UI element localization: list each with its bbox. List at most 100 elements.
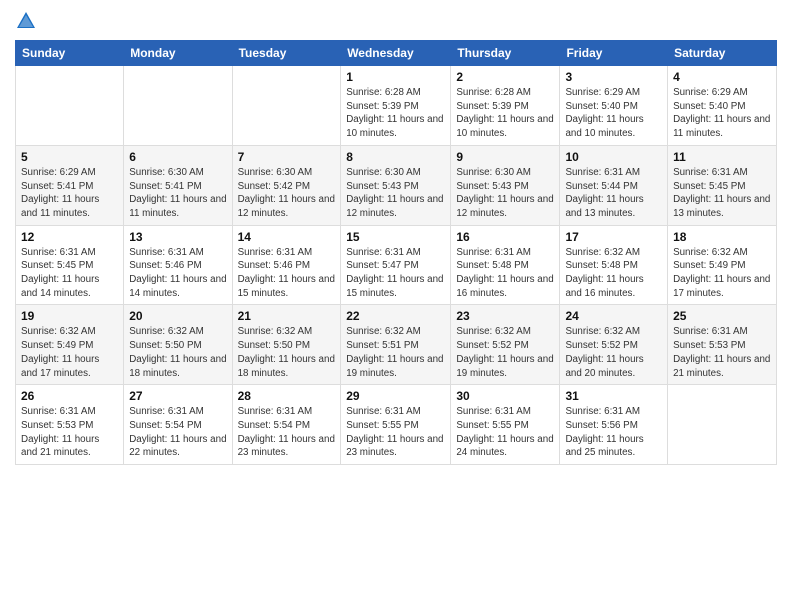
calendar-cell: 9 Sunrise: 6:30 AM Sunset: 5:43 PM Daylig…	[451, 145, 560, 225]
calendar-cell: 8 Sunrise: 6:30 AM Sunset: 5:43 PM Daylig…	[341, 145, 451, 225]
day-info: Sunrise: 6:31 AM Sunset: 5:46 PM Dayligh…	[238, 246, 336, 301]
day-number: 9	[456, 150, 554, 164]
calendar-cell: 24 Sunrise: 6:32 AM Sunset: 5:52 PM Dayli…	[560, 305, 668, 385]
day-number: 6	[129, 150, 226, 164]
day-number: 24	[565, 309, 662, 323]
day-number: 29	[346, 389, 445, 403]
day-number: 17	[565, 230, 662, 244]
day-number: 22	[346, 309, 445, 323]
day-info: Sunrise: 6:29 AM Sunset: 5:41 PM Dayligh…	[21, 166, 118, 221]
day-info: Sunrise: 6:31 AM Sunset: 5:54 PM Dayligh…	[238, 405, 336, 460]
weekday-header-tuesday: Tuesday	[232, 41, 341, 66]
day-info: Sunrise: 6:32 AM Sunset: 5:48 PM Dayligh…	[565, 246, 662, 301]
calendar-cell: 10Sunrise: 6:31 AM Sunset: 5:44 PM Dayli…	[560, 145, 668, 225]
day-info: Sunrise: 6:32 AM Sunset: 5:49 PM Dayligh…	[673, 246, 771, 301]
day-number: 2	[456, 70, 554, 84]
day-number: 31	[565, 389, 662, 403]
calendar-cell: 30 Sunrise: 6:31 AM Sunset: 5:55 PM Dayli…	[451, 385, 560, 465]
day-number: 23	[456, 309, 554, 323]
calendar-cell: 27 Sunrise: 6:31 AM Sunset: 5:54 PM Dayli…	[124, 385, 232, 465]
day-info: Sunrise: 6:31 AM Sunset: 5:48 PM Dayligh…	[456, 246, 554, 301]
calendar-cell	[124, 66, 232, 146]
day-number: 1	[346, 70, 445, 84]
calendar-cell: 17 Sunrise: 6:32 AM Sunset: 5:48 PM Dayli…	[560, 225, 668, 305]
day-info: Sunrise: 6:32 AM Sunset: 5:51 PM Dayligh…	[346, 325, 445, 380]
day-info: Sunrise: 6:32 AM Sunset: 5:52 PM Dayligh…	[565, 325, 662, 380]
day-info: Sunrise: 6:31 AM Sunset: 5:54 PM Dayligh…	[129, 405, 226, 460]
day-number: 4	[673, 70, 771, 84]
calendar-cell	[16, 66, 124, 146]
day-number: 30	[456, 389, 554, 403]
calendar-cell: 23 Sunrise: 6:32 AM Sunset: 5:52 PM Dayli…	[451, 305, 560, 385]
calendar-cell: 3 Sunrise: 6:29 AM Sunset: 5:40 PM Daylig…	[560, 66, 668, 146]
day-number: 25	[673, 309, 771, 323]
calendar-cell: 31 Sunrise: 6:31 AM Sunset: 5:56 PM Dayli…	[560, 385, 668, 465]
day-number: 27	[129, 389, 226, 403]
day-number: 12	[21, 230, 118, 244]
day-number: 8	[346, 150, 445, 164]
day-number: 3	[565, 70, 662, 84]
calendar-cell: 29 Sunrise: 6:31 AM Sunset: 5:55 PM Dayli…	[341, 385, 451, 465]
day-number: 18	[673, 230, 771, 244]
day-number: 15	[346, 230, 445, 244]
calendar-cell: 5 Sunrise: 6:29 AM Sunset: 5:41 PM Daylig…	[16, 145, 124, 225]
calendar-cell	[232, 66, 341, 146]
day-number: 13	[129, 230, 226, 244]
day-number: 14	[238, 230, 336, 244]
calendar-cell: 1 Sunrise: 6:28 AM Sunset: 5:39 PM Daylig…	[341, 66, 451, 146]
calendar-cell: 15 Sunrise: 6:31 AM Sunset: 5:47 PM Dayli…	[341, 225, 451, 305]
calendar-cell: 22 Sunrise: 6:32 AM Sunset: 5:51 PM Dayli…	[341, 305, 451, 385]
day-info: Sunrise: 6:32 AM Sunset: 5:50 PM Dayligh…	[238, 325, 336, 380]
calendar-cell: 25 Sunrise: 6:31 AM Sunset: 5:53 PM Dayli…	[668, 305, 777, 385]
header	[15, 10, 777, 32]
calendar-cell: 13 Sunrise: 6:31 AM Sunset: 5:46 PM Dayli…	[124, 225, 232, 305]
calendar-cell: 7 Sunrise: 6:30 AM Sunset: 5:42 PM Daylig…	[232, 145, 341, 225]
weekday-header-friday: Friday	[560, 41, 668, 66]
day-info: Sunrise: 6:28 AM Sunset: 5:39 PM Dayligh…	[346, 86, 445, 141]
day-info: Sunrise: 6:31 AM Sunset: 5:55 PM Dayligh…	[346, 405, 445, 460]
day-number: 26	[21, 389, 118, 403]
day-number: 19	[21, 309, 118, 323]
day-info: Sunrise: 6:29 AM Sunset: 5:40 PM Dayligh…	[565, 86, 662, 141]
day-number: 7	[238, 150, 336, 164]
logo	[15, 10, 40, 32]
day-info: Sunrise: 6:30 AM Sunset: 5:43 PM Dayligh…	[456, 166, 554, 221]
day-info: Sunrise: 6:31 AM Sunset: 5:47 PM Dayligh…	[346, 246, 445, 301]
calendar-cell: 19 Sunrise: 6:32 AM Sunset: 5:49 PM Dayli…	[16, 305, 124, 385]
weekday-header-wednesday: Wednesday	[341, 41, 451, 66]
calendar-cell: 21Sunrise: 6:32 AM Sunset: 5:50 PM Dayli…	[232, 305, 341, 385]
day-info: Sunrise: 6:31 AM Sunset: 5:44 PM Dayligh…	[565, 166, 662, 221]
calendar-cell: 28 Sunrise: 6:31 AM Sunset: 5:54 PM Dayli…	[232, 385, 341, 465]
weekday-header-thursday: Thursday	[451, 41, 560, 66]
day-number: 28	[238, 389, 336, 403]
calendar-cell: 12 Sunrise: 6:31 AM Sunset: 5:45 PM Dayli…	[16, 225, 124, 305]
day-info: Sunrise: 6:31 AM Sunset: 5:45 PM Dayligh…	[21, 246, 118, 301]
day-info: Sunrise: 6:30 AM Sunset: 5:42 PM Dayligh…	[238, 166, 336, 221]
calendar-cell: 6 Sunrise: 6:30 AM Sunset: 5:41 PM Daylig…	[124, 145, 232, 225]
day-info: Sunrise: 6:31 AM Sunset: 5:56 PM Dayligh…	[565, 405, 662, 460]
weekday-header-sunday: Sunday	[16, 41, 124, 66]
day-info: Sunrise: 6:29 AM Sunset: 5:40 PM Dayligh…	[673, 86, 771, 141]
day-info: Sunrise: 6:30 AM Sunset: 5:41 PM Dayligh…	[129, 166, 226, 221]
calendar-cell: 11 Sunrise: 6:31 AM Sunset: 5:45 PM Dayli…	[668, 145, 777, 225]
day-number: 16	[456, 230, 554, 244]
calendar-cell: 14 Sunrise: 6:31 AM Sunset: 5:46 PM Dayli…	[232, 225, 341, 305]
day-info: Sunrise: 6:31 AM Sunset: 5:53 PM Dayligh…	[673, 325, 771, 380]
day-info: Sunrise: 6:31 AM Sunset: 5:46 PM Dayligh…	[129, 246, 226, 301]
day-info: Sunrise: 6:31 AM Sunset: 5:55 PM Dayligh…	[456, 405, 554, 460]
calendar-cell: 26 Sunrise: 6:31 AM Sunset: 5:53 PM Dayli…	[16, 385, 124, 465]
day-info: Sunrise: 6:31 AM Sunset: 5:53 PM Dayligh…	[21, 405, 118, 460]
day-info: Sunrise: 6:30 AM Sunset: 5:43 PM Dayligh…	[346, 166, 445, 221]
calendar-cell: 18 Sunrise: 6:32 AM Sunset: 5:49 PM Dayli…	[668, 225, 777, 305]
weekday-header-saturday: Saturday	[668, 41, 777, 66]
weekday-header-monday: Monday	[124, 41, 232, 66]
day-info: Sunrise: 6:31 AM Sunset: 5:45 PM Dayligh…	[673, 166, 771, 221]
day-number: 5	[21, 150, 118, 164]
calendar-cell: 2 Sunrise: 6:28 AM Sunset: 5:39 PM Daylig…	[451, 66, 560, 146]
page: SundayMondayTuesdayWednesdayThursdayFrid…	[0, 0, 792, 612]
day-number: 11	[673, 150, 771, 164]
day-info: Sunrise: 6:32 AM Sunset: 5:49 PM Dayligh…	[21, 325, 118, 380]
day-info: Sunrise: 6:28 AM Sunset: 5:39 PM Dayligh…	[456, 86, 554, 141]
day-info: Sunrise: 6:32 AM Sunset: 5:52 PM Dayligh…	[456, 325, 554, 380]
day-info: Sunrise: 6:32 AM Sunset: 5:50 PM Dayligh…	[129, 325, 226, 380]
